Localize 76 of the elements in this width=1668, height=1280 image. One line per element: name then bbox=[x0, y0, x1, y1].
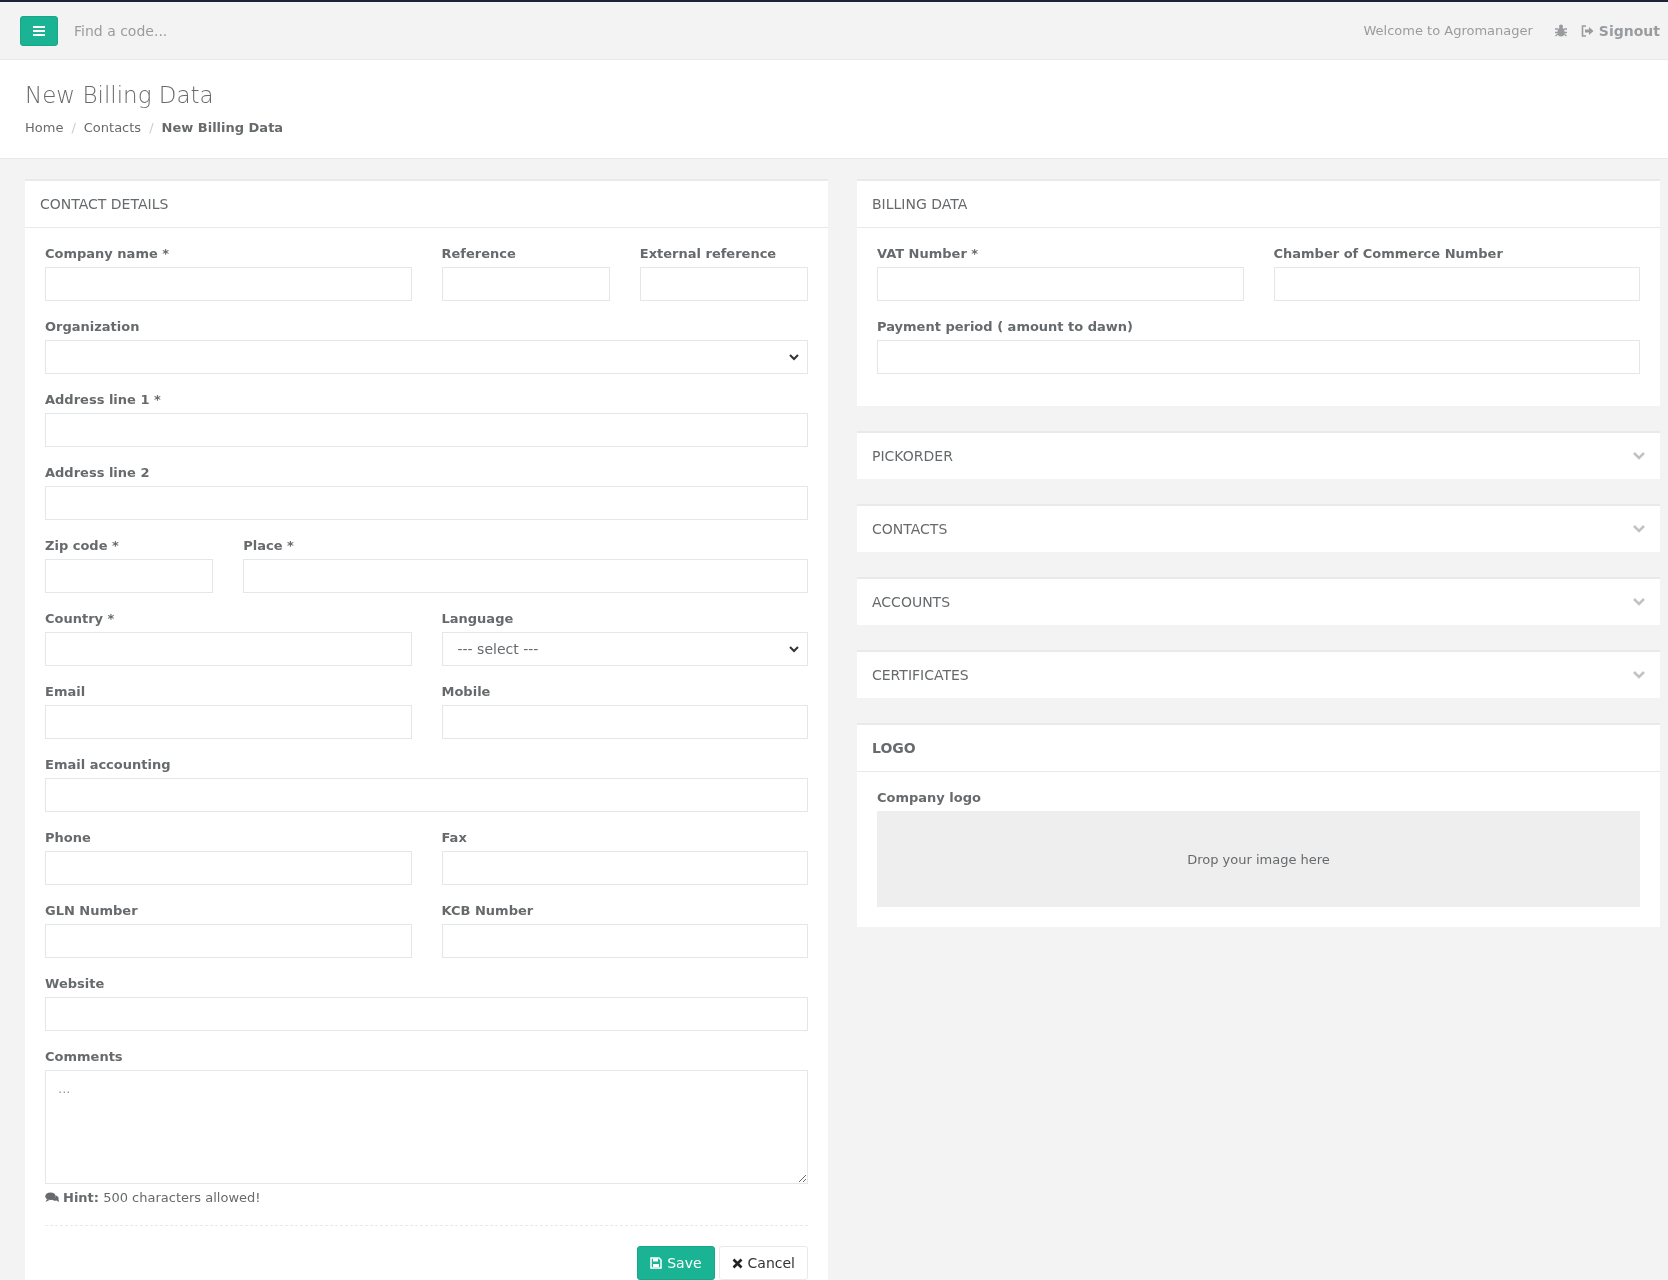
menu-button[interactable] bbox=[20, 15, 58, 46]
field-label: Language bbox=[441, 611, 515, 626]
panel-title: CERTIFICATES bbox=[872, 667, 969, 683]
input-field[interactable] bbox=[639, 267, 808, 301]
input-field[interactable] bbox=[45, 924, 412, 958]
input-field[interactable] bbox=[45, 997, 808, 1031]
panel-title: LOGO bbox=[872, 740, 916, 756]
field-label: Address line 2 bbox=[45, 465, 151, 480]
chevron-icon[interactable] bbox=[1633, 598, 1645, 606]
chevron-icon[interactable] bbox=[1633, 525, 1645, 533]
input-field[interactable] bbox=[877, 267, 1244, 301]
field-label: Place * bbox=[243, 538, 295, 553]
panel-title: CONTACT DETAILS bbox=[40, 196, 169, 212]
comments-field[interactable]: ... bbox=[45, 1070, 808, 1184]
welcome-text: Welcome to Agromanager bbox=[1363, 23, 1533, 38]
breadcrumb-link[interactable]: Home bbox=[25, 120, 64, 135]
input-field[interactable] bbox=[45, 486, 808, 520]
chevron-icon[interactable] bbox=[1633, 671, 1645, 679]
input-field[interactable] bbox=[1273, 267, 1640, 301]
input-field[interactable] bbox=[441, 924, 808, 958]
caret-icon bbox=[789, 645, 799, 653]
signout-icon bbox=[1580, 24, 1594, 37]
input-field[interactable] bbox=[45, 559, 214, 593]
panel-title: ACCOUNTS bbox=[872, 594, 951, 610]
field-label: Zip code * bbox=[45, 538, 120, 553]
bug-icon[interactable] bbox=[1554, 24, 1567, 37]
field-label: Address line 1 * bbox=[45, 392, 162, 407]
input-field[interactable] bbox=[441, 705, 808, 739]
field-label: Payment period ( amount to dawn) bbox=[877, 319, 1135, 334]
input-field[interactable] bbox=[441, 851, 808, 885]
field-label: Country * bbox=[45, 611, 116, 626]
page-title: New Billing Data bbox=[25, 82, 215, 108]
panel-title: CONTACTS bbox=[872, 521, 948, 537]
comments-icon bbox=[45, 1192, 59, 1203]
field-label: Fax bbox=[441, 830, 468, 845]
caret-icon bbox=[789, 353, 799, 361]
breadcrumb-separator: / bbox=[149, 120, 154, 135]
field-label: Company logo bbox=[877, 790, 982, 805]
input-field[interactable] bbox=[45, 413, 808, 447]
input-field[interactable] bbox=[441, 267, 610, 301]
input-field[interactable] bbox=[45, 778, 808, 812]
field-label: Website bbox=[45, 976, 106, 991]
close-icon bbox=[731, 1257, 743, 1269]
breadcrumb-link[interactable]: New Billing Data bbox=[161, 120, 284, 135]
panel-title: PICKORDER bbox=[872, 448, 953, 464]
image-dropzone[interactable]: Drop your image here bbox=[877, 811, 1640, 907]
hint-text: Hint: 500 characters allowed! bbox=[45, 1190, 808, 1205]
field-label: KCB Number bbox=[441, 903, 535, 918]
field-label: GLN Number bbox=[45, 903, 139, 918]
chevron-icon[interactable] bbox=[1633, 452, 1645, 460]
field-label: Chamber of Commerce Number bbox=[1273, 246, 1504, 261]
input-field[interactable] bbox=[877, 340, 1640, 374]
panel-title: BILLING DATA bbox=[872, 196, 968, 212]
field-label: Mobile bbox=[441, 684, 492, 699]
search-field[interactable]: Find a code... bbox=[66, 16, 382, 45]
field-label: Organization bbox=[45, 319, 141, 334]
field-label: Phone bbox=[45, 830, 92, 845]
input-field[interactable] bbox=[45, 705, 412, 739]
menu-icon bbox=[33, 25, 45, 36]
input-field[interactable] bbox=[45, 632, 412, 666]
field-label: VAT Number * bbox=[877, 246, 980, 261]
field-label: Email bbox=[45, 684, 87, 699]
field-label: Email accounting bbox=[45, 757, 172, 772]
field-label: Reference bbox=[441, 246, 517, 261]
cancel-button[interactable]: Cancel bbox=[718, 1246, 808, 1280]
breadcrumb-link[interactable]: Contacts bbox=[83, 120, 142, 135]
input-field[interactable] bbox=[45, 267, 412, 301]
input-field[interactable] bbox=[243, 559, 808, 593]
breadcrumb-separator: / bbox=[71, 120, 76, 135]
input-field[interactable] bbox=[45, 851, 412, 885]
field-label: Comments bbox=[45, 1049, 124, 1064]
field-label: Company name * bbox=[45, 246, 171, 261]
select-field[interactable]: --- select --- bbox=[441, 632, 808, 666]
select-field[interactable] bbox=[45, 340, 808, 374]
save-icon bbox=[650, 1257, 663, 1269]
field-label: External reference bbox=[639, 246, 778, 261]
